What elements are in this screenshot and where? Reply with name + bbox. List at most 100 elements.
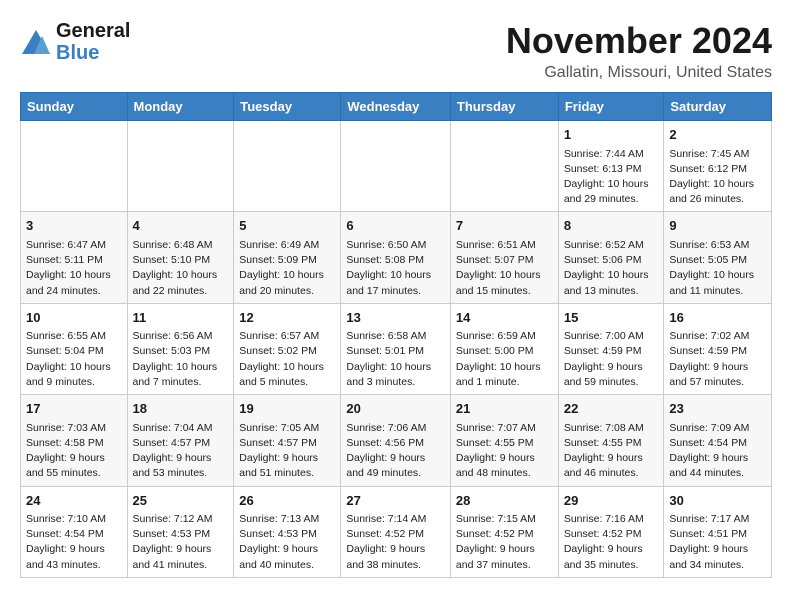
weekday-header-tuesday: Tuesday — [234, 93, 341, 121]
weekday-header-sunday: Sunday — [21, 93, 128, 121]
calendar-cell: 15Sunrise: 7:00 AMSunset: 4:59 PMDayligh… — [558, 303, 664, 394]
day-info: Sunrise: 7:12 AMSunset: 4:53 PMDaylight:… — [133, 512, 229, 573]
calendar-cell: 24Sunrise: 7:10 AMSunset: 4:54 PMDayligh… — [21, 486, 128, 577]
calendar-cell: 27Sunrise: 7:14 AMSunset: 4:52 PMDayligh… — [341, 486, 451, 577]
day-info: Sunrise: 7:03 AMSunset: 4:58 PMDaylight:… — [26, 421, 122, 482]
weekday-header-monday: Monday — [127, 93, 234, 121]
day-number: 12 — [239, 308, 335, 328]
logo-general: General — [56, 20, 130, 42]
calendar-cell: 20Sunrise: 7:06 AMSunset: 4:56 PMDayligh… — [341, 395, 451, 486]
calendar-week-row: 3Sunrise: 6:47 AMSunset: 5:11 PMDaylight… — [21, 212, 772, 303]
day-info: Sunrise: 7:07 AMSunset: 4:55 PMDaylight:… — [456, 421, 553, 482]
day-number: 30 — [669, 491, 766, 511]
calendar-week-row: 10Sunrise: 6:55 AMSunset: 5:04 PMDayligh… — [21, 303, 772, 394]
calendar-cell: 21Sunrise: 7:07 AMSunset: 4:55 PMDayligh… — [450, 395, 558, 486]
calendar-cell: 25Sunrise: 7:12 AMSunset: 4:53 PMDayligh… — [127, 486, 234, 577]
calendar-cell: 2Sunrise: 7:45 AMSunset: 6:12 PMDaylight… — [664, 121, 772, 212]
day-info: Sunrise: 7:45 AMSunset: 6:12 PMDaylight:… — [669, 147, 766, 208]
weekday-header-friday: Friday — [558, 93, 664, 121]
title-block: November 2024 Gallatin, Missouri, United… — [506, 20, 772, 82]
day-info: Sunrise: 6:58 AMSunset: 5:01 PMDaylight:… — [346, 329, 445, 390]
day-number: 4 — [133, 216, 229, 236]
calendar-cell: 16Sunrise: 7:02 AMSunset: 4:59 PMDayligh… — [664, 303, 772, 394]
day-number: 7 — [456, 216, 553, 236]
day-number: 21 — [456, 399, 553, 419]
calendar-cell: 30Sunrise: 7:17 AMSunset: 4:51 PMDayligh… — [664, 486, 772, 577]
calendar-cell: 8Sunrise: 6:52 AMSunset: 5:06 PMDaylight… — [558, 212, 664, 303]
day-info: Sunrise: 7:14 AMSunset: 4:52 PMDaylight:… — [346, 512, 445, 573]
day-info: Sunrise: 7:44 AMSunset: 6:13 PMDaylight:… — [564, 147, 659, 208]
calendar-cell: 10Sunrise: 6:55 AMSunset: 5:04 PMDayligh… — [21, 303, 128, 394]
day-number: 10 — [26, 308, 122, 328]
day-info: Sunrise: 6:51 AMSunset: 5:07 PMDaylight:… — [456, 238, 553, 299]
weekday-header-thursday: Thursday — [450, 93, 558, 121]
day-info: Sunrise: 7:09 AMSunset: 4:54 PMDaylight:… — [669, 421, 766, 482]
calendar-cell — [21, 121, 128, 212]
day-info: Sunrise: 6:57 AMSunset: 5:02 PMDaylight:… — [239, 329, 335, 390]
day-info: Sunrise: 6:52 AMSunset: 5:06 PMDaylight:… — [564, 238, 659, 299]
calendar-cell: 6Sunrise: 6:50 AMSunset: 5:08 PMDaylight… — [341, 212, 451, 303]
day-info: Sunrise: 6:47 AMSunset: 5:11 PMDaylight:… — [26, 238, 122, 299]
day-number: 24 — [26, 491, 122, 511]
day-info: Sunrise: 7:08 AMSunset: 4:55 PMDaylight:… — [564, 421, 659, 482]
day-number: 16 — [669, 308, 766, 328]
logo: General Blue — [20, 20, 130, 64]
day-number: 2 — [669, 125, 766, 145]
day-number: 18 — [133, 399, 229, 419]
calendar-cell: 14Sunrise: 6:59 AMSunset: 5:00 PMDayligh… — [450, 303, 558, 394]
day-number: 14 — [456, 308, 553, 328]
calendar-cell: 1Sunrise: 7:44 AMSunset: 6:13 PMDaylight… — [558, 121, 664, 212]
day-info: Sunrise: 7:04 AMSunset: 4:57 PMDaylight:… — [133, 421, 229, 482]
calendar-table: SundayMondayTuesdayWednesdayThursdayFrid… — [20, 92, 772, 578]
calendar-cell — [341, 121, 451, 212]
day-number: 26 — [239, 491, 335, 511]
calendar-cell: 28Sunrise: 7:15 AMSunset: 4:52 PMDayligh… — [450, 486, 558, 577]
day-info: Sunrise: 6:50 AMSunset: 5:08 PMDaylight:… — [346, 238, 445, 299]
day-number: 15 — [564, 308, 659, 328]
calendar-cell: 5Sunrise: 6:49 AMSunset: 5:09 PMDaylight… — [234, 212, 341, 303]
day-number: 3 — [26, 216, 122, 236]
day-info: Sunrise: 7:02 AMSunset: 4:59 PMDaylight:… — [669, 329, 766, 390]
calendar-cell — [127, 121, 234, 212]
day-number: 22 — [564, 399, 659, 419]
day-number: 6 — [346, 216, 445, 236]
day-number: 25 — [133, 491, 229, 511]
day-info: Sunrise: 7:13 AMSunset: 4:53 PMDaylight:… — [239, 512, 335, 573]
day-info: Sunrise: 7:00 AMSunset: 4:59 PMDaylight:… — [564, 329, 659, 390]
day-number: 27 — [346, 491, 445, 511]
day-info: Sunrise: 6:55 AMSunset: 5:04 PMDaylight:… — [26, 329, 122, 390]
calendar-cell: 26Sunrise: 7:13 AMSunset: 4:53 PMDayligh… — [234, 486, 341, 577]
calendar-cell: 22Sunrise: 7:08 AMSunset: 4:55 PMDayligh… — [558, 395, 664, 486]
calendar-week-row: 17Sunrise: 7:03 AMSunset: 4:58 PMDayligh… — [21, 395, 772, 486]
day-number: 17 — [26, 399, 122, 419]
calendar-cell: 9Sunrise: 6:53 AMSunset: 5:05 PMDaylight… — [664, 212, 772, 303]
calendar-cell: 4Sunrise: 6:48 AMSunset: 5:10 PMDaylight… — [127, 212, 234, 303]
day-number: 28 — [456, 491, 553, 511]
day-info: Sunrise: 6:48 AMSunset: 5:10 PMDaylight:… — [133, 238, 229, 299]
calendar-cell: 17Sunrise: 7:03 AMSunset: 4:58 PMDayligh… — [21, 395, 128, 486]
day-info: Sunrise: 6:59 AMSunset: 5:00 PMDaylight:… — [456, 329, 553, 390]
calendar-week-row: 1Sunrise: 7:44 AMSunset: 6:13 PMDaylight… — [21, 121, 772, 212]
weekday-header-wednesday: Wednesday — [341, 93, 451, 121]
month-title: November 2024 — [506, 20, 772, 62]
page-header: General Blue November 2024 Gallatin, Mis… — [20, 20, 772, 82]
calendar-cell: 19Sunrise: 7:05 AMSunset: 4:57 PMDayligh… — [234, 395, 341, 486]
day-number: 8 — [564, 216, 659, 236]
calendar-cell: 18Sunrise: 7:04 AMSunset: 4:57 PMDayligh… — [127, 395, 234, 486]
day-number: 1 — [564, 125, 659, 145]
calendar-cell: 13Sunrise: 6:58 AMSunset: 5:01 PMDayligh… — [341, 303, 451, 394]
day-number: 23 — [669, 399, 766, 419]
day-number: 20 — [346, 399, 445, 419]
calendar-cell: 11Sunrise: 6:56 AMSunset: 5:03 PMDayligh… — [127, 303, 234, 394]
weekday-header-row: SundayMondayTuesdayWednesdayThursdayFrid… — [21, 93, 772, 121]
day-info: Sunrise: 7:16 AMSunset: 4:52 PMDaylight:… — [564, 512, 659, 573]
calendar-cell: 29Sunrise: 7:16 AMSunset: 4:52 PMDayligh… — [558, 486, 664, 577]
logo-icon — [20, 28, 52, 56]
calendar-cell: 12Sunrise: 6:57 AMSunset: 5:02 PMDayligh… — [234, 303, 341, 394]
day-number: 19 — [239, 399, 335, 419]
day-number: 9 — [669, 216, 766, 236]
day-number: 5 — [239, 216, 335, 236]
calendar-cell: 7Sunrise: 6:51 AMSunset: 5:07 PMDaylight… — [450, 212, 558, 303]
calendar-cell: 23Sunrise: 7:09 AMSunset: 4:54 PMDayligh… — [664, 395, 772, 486]
day-info: Sunrise: 6:56 AMSunset: 5:03 PMDaylight:… — [133, 329, 229, 390]
